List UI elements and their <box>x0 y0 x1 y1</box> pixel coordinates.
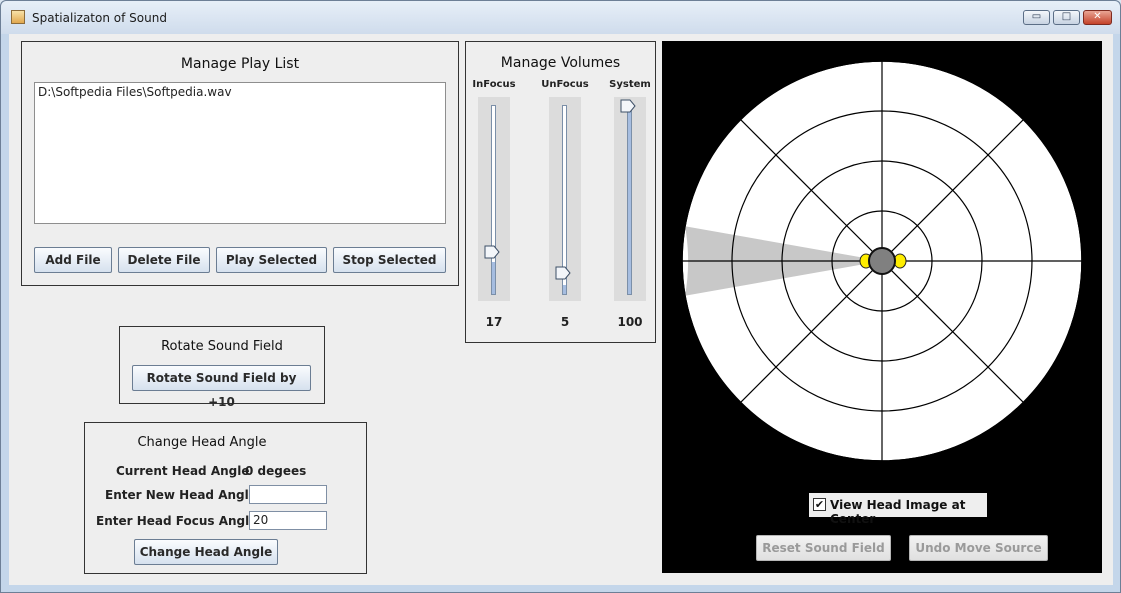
undo-move-source-button[interactable]: Undo Move Source <box>909 535 1048 561</box>
slider-value-1: 5 <box>560 315 570 329</box>
slider-fill <box>563 284 566 294</box>
current-head-angle-value: 0 degees <box>245 464 307 478</box>
add-file-button[interactable]: Add File <box>34 247 112 273</box>
rotate-panel: Rotate Sound Field Rotate Sound Field by… <box>119 326 325 409</box>
change-head-angle-button[interactable]: Change Head Angle <box>134 539 278 565</box>
slider-groove <box>627 105 632 295</box>
maximize-button[interactable]: □ <box>1053 10 1080 25</box>
slider-thumb[interactable] <box>620 99 636 113</box>
volume-slider-0[interactable] <box>478 97 510 301</box>
close-button[interactable]: ✕ <box>1083 10 1112 25</box>
head-focus-angle-label: Enter Head Focus Angle <box>96 514 258 528</box>
volumes-title: Manage Volumes <box>500 55 621 71</box>
slider-thumb[interactable] <box>484 245 500 259</box>
minimize-button[interactable]: ▭ <box>1023 10 1050 25</box>
new-head-angle-label: Enter New Head Angle <box>105 488 257 502</box>
rotate-sound-field-button[interactable]: Rotate Sound Field by +10 <box>132 365 311 409</box>
rotate-title: Rotate Sound Field <box>161 339 283 354</box>
slider-label-1: UnFocus <box>541 79 589 90</box>
slider-value-2: 100 <box>617 315 643 329</box>
java-app-icon <box>11 10 25 24</box>
app-window: Spatializaton of Sound ▭ □ ✕ Manage Play… <box>0 0 1121 593</box>
playlist-panel: Manage Play List D:\Softpedia Files\Soft… <box>21 41 459 286</box>
head-angle-title: Change Head Angle <box>137 435 267 450</box>
slider-thumb[interactable] <box>555 266 571 280</box>
slider-fill <box>492 262 495 294</box>
head-focus-angle-input[interactable]: 20 <box>249 511 327 530</box>
volumes-panel: Manage Volumes InFocus 17 UnFocus 5 System 10… <box>465 41 656 343</box>
volume-slider-1[interactable] <box>549 97 581 301</box>
playlist-list[interactable]: D:\Softpedia Files\Softpedia.wav <box>34 82 446 224</box>
main-content: Manage Play List D:\Softpedia Files\Soft… <box>9 34 1113 585</box>
check-mark: ✔ <box>814 498 825 511</box>
slider-fill <box>628 106 631 294</box>
play-selected-button[interactable]: Play Selected <box>216 247 327 273</box>
title-bar: Spatializaton of Sound ▭ □ ✕ <box>1 1 1120 34</box>
playlist-title: Manage Play List <box>180 56 300 72</box>
current-head-angle-label: Current Head Angle <box>116 464 250 478</box>
view-head-label: View Head Image at Center <box>830 498 966 526</box>
slider-label-0: InFocus <box>472 79 516 90</box>
sound-field-diagram[interactable] <box>662 41 1102 491</box>
checkbox-icon[interactable]: ✔ <box>813 498 826 511</box>
new-head-angle-input[interactable] <box>249 485 327 504</box>
reset-sound-field-button[interactable]: Reset Sound Field <box>756 535 891 561</box>
head-angle-panel: Change Head Angle Current Head Angle 0 d… <box>84 422 367 574</box>
slider-value-0: 17 <box>485 315 503 329</box>
head-icon <box>868 247 896 275</box>
list-item[interactable]: D:\Softpedia Files\Softpedia.wav <box>38 85 232 99</box>
slider-groove <box>491 105 496 295</box>
slider-label-2: System <box>609 79 651 90</box>
view-head-checkbox[interactable]: ✔ View Head Image at Center <box>809 493 987 526</box>
sound-field-canvas[interactable]: ✔ View Head Image at Center Reset Sound … <box>662 41 1102 573</box>
delete-file-button[interactable]: Delete File <box>118 247 210 273</box>
volume-slider-2[interactable] <box>614 97 646 301</box>
window-title: Spatializaton of Sound <box>32 11 167 25</box>
stop-selected-button[interactable]: Stop Selected <box>333 247 446 273</box>
